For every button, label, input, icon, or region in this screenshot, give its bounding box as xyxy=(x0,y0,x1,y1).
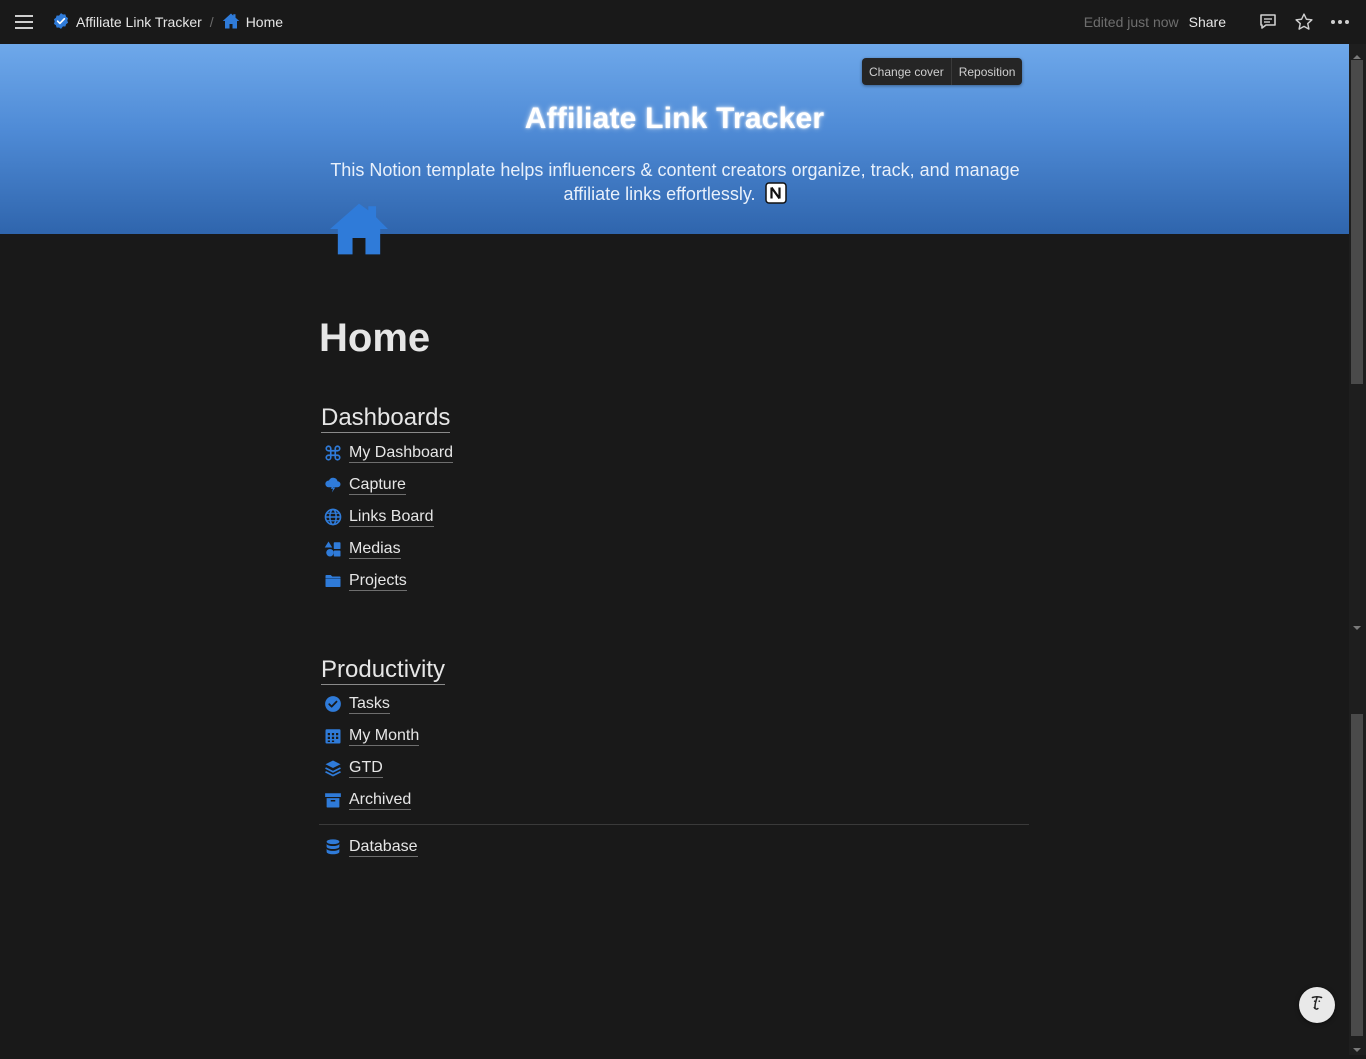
section-heading-dashboards: Dashboards xyxy=(321,404,451,433)
command-icon xyxy=(323,443,343,463)
globe-icon xyxy=(323,507,343,527)
breadcrumb-label: Affiliate Link Tracker xyxy=(76,14,202,30)
folder-icon xyxy=(323,571,343,591)
share-button[interactable]: Share xyxy=(1189,14,1226,30)
link-database[interactable]: Database xyxy=(323,834,418,860)
cover-title: Affiliate Link Tracker xyxy=(524,102,825,135)
help-button[interactable] xyxy=(1299,987,1335,1023)
link-gtd[interactable]: GTD xyxy=(323,755,383,781)
check-circle-icon xyxy=(323,694,343,714)
more-options-icon[interactable] xyxy=(1330,12,1350,32)
link-capture[interactable]: Capture xyxy=(323,472,406,498)
notion-logo-icon xyxy=(764,182,787,204)
scroll-down-arrow-icon-bottom[interactable] xyxy=(1353,1041,1361,1052)
link-medias[interactable]: Medias xyxy=(323,536,401,562)
link-label: Capture xyxy=(349,476,406,495)
link-my-month[interactable]: My Month xyxy=(323,723,420,749)
breadcrumb-item-home[interactable]: Home xyxy=(218,9,287,36)
link-tasks[interactable]: Tasks xyxy=(323,691,390,717)
breadcrumb-separator: / xyxy=(209,14,214,30)
comment-icon[interactable] xyxy=(1258,12,1278,32)
home-icon xyxy=(222,12,240,33)
breadcrumb-item-affiliate-link-tracker[interactable]: Affiliate Link Tracker xyxy=(48,9,206,36)
cloud-bolt-icon xyxy=(323,475,343,495)
section-heading-productivity: Productivity xyxy=(321,656,446,685)
scroll-thumb-bottom[interactable] xyxy=(1351,714,1363,1036)
link-label: Links Board xyxy=(349,508,434,527)
scroll-thumb-top[interactable] xyxy=(1351,60,1363,384)
link-label: GTD xyxy=(349,759,383,778)
link-label: My Dashboard xyxy=(349,444,454,463)
layers-icon xyxy=(323,758,343,778)
page-title: Home xyxy=(319,316,431,360)
calendar-icon xyxy=(323,726,343,746)
topbar-actions: Edited just now Share xyxy=(1084,0,1350,44)
cover-controls: Change cover Reposition xyxy=(862,58,1023,85)
shapes-icon xyxy=(323,539,343,559)
link-label: Archived xyxy=(349,791,412,810)
link-links-board[interactable]: Links Board xyxy=(323,504,434,530)
link-label: Medias xyxy=(349,540,401,559)
cover-description: This Notion template helps influencers &… xyxy=(300,158,1050,206)
link-projects[interactable]: Projects xyxy=(323,568,407,594)
link-archived[interactable]: Archived xyxy=(323,787,412,813)
check-badge-icon xyxy=(52,12,70,33)
link-my-dashboard[interactable]: My Dashboard xyxy=(323,440,454,466)
link-label: Tasks xyxy=(349,695,390,714)
top-bar: Affiliate Link Tracker / Home Edited jus… xyxy=(0,0,1366,44)
database-icon xyxy=(323,837,343,857)
change-cover-button[interactable]: Change cover xyxy=(862,58,951,85)
edited-status: Edited just now xyxy=(1083,14,1179,30)
scroll-down-arrow-icon[interactable] xyxy=(1353,619,1361,630)
cover-description-text: This Notion template helps influencers &… xyxy=(330,160,1020,204)
page-home-icon[interactable] xyxy=(328,198,390,260)
star-icon[interactable] xyxy=(1294,12,1314,32)
breadcrumb: Affiliate Link Tracker / Home xyxy=(48,0,287,44)
link-label: Projects xyxy=(349,572,407,591)
scroll-up-arrow-icon[interactable] xyxy=(1353,48,1361,59)
page-cover: Change cover Reposition Affiliate Link T… xyxy=(0,44,1349,234)
breadcrumb-label: Home xyxy=(245,14,284,30)
link-label: My Month xyxy=(349,727,420,746)
divider xyxy=(319,824,1029,825)
reposition-button[interactable]: Reposition xyxy=(950,58,1023,85)
link-label: Database xyxy=(349,838,418,857)
assistant-face-icon xyxy=(1306,992,1328,1019)
archive-icon xyxy=(323,790,343,810)
menu-icon[interactable] xyxy=(14,12,34,32)
